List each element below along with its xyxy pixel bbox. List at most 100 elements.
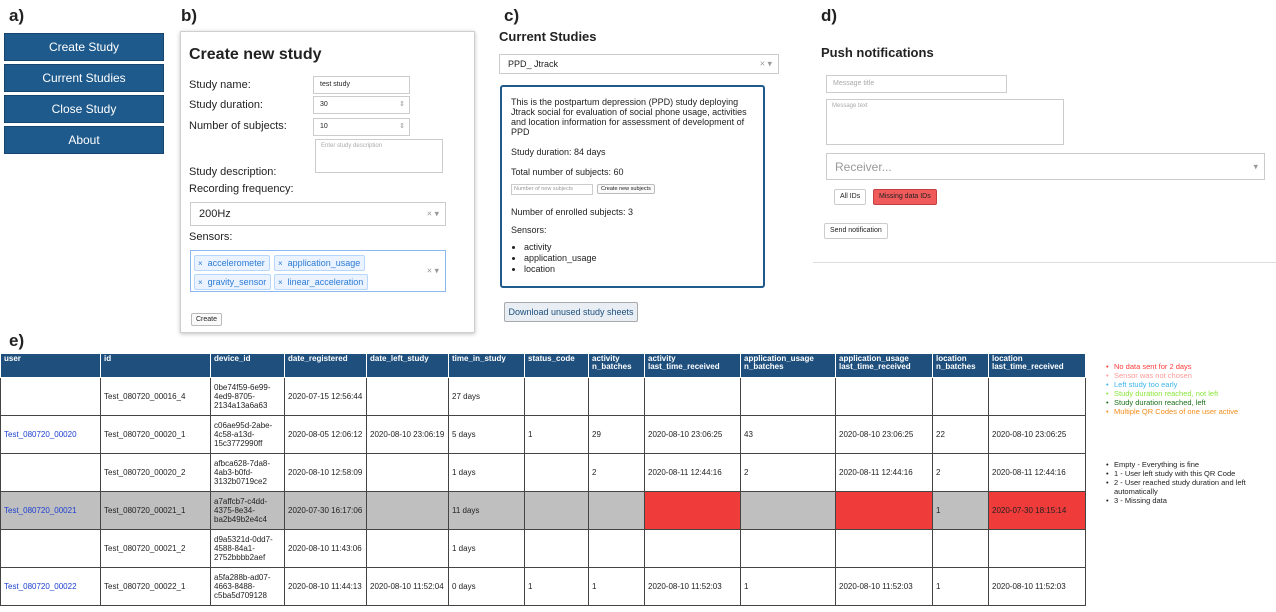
message-text-textarea[interactable]: Message text [826, 99, 1064, 145]
cell-status-code [524, 529, 589, 568]
cell-activity-n [588, 529, 645, 568]
table-row: Test_080720_00020_2 afbca628-7da8-4ab3-b… [0, 453, 1086, 492]
panel-label-e: e) [9, 331, 25, 350]
legend-text: Sensor was not chosen [1114, 371, 1192, 380]
cell-loc-last [988, 529, 1086, 568]
study-duration-input[interactable]: 30 ⇕ [313, 96, 410, 114]
cell-device-id: 0be74f59-6e99-4ed9-8705-2134a13a6a63 [210, 377, 285, 416]
sensor-tag[interactable]: × application_usage [274, 255, 366, 271]
create-new-subjects-button[interactable]: Create new subjects [597, 184, 655, 194]
cell-loc-last: 2020-07-30 18:15:14 [988, 491, 1086, 530]
cell-loc-last: 2020-08-10 23:06:25 [988, 415, 1086, 454]
sensors-label: Sensors: [511, 225, 547, 235]
cell-date-left: 2020-08-10 23:06:19 [366, 415, 449, 454]
missing-data-ids-button[interactable]: Missing data IDs [873, 189, 937, 205]
cell-activity-last [644, 377, 741, 416]
study-duration-text: Study duration: 84 days [511, 147, 606, 157]
clear-dropdown-icon[interactable]: × ▾ [427, 266, 439, 277]
clear-dropdown-icon[interactable]: × ▾ [760, 59, 772, 70]
study-name-label: Study name: [189, 79, 251, 91]
color-legend: • No data sent for 2 days • Sensor was not… [1106, 362, 1276, 416]
cell-user[interactable] [0, 453, 101, 492]
legend-text: 2 - User reached study duration and left… [1114, 478, 1246, 496]
receiver-select[interactable]: Receiver... ▾ [826, 153, 1265, 180]
spinner-icon[interactable]: ⇕ [399, 97, 405, 113]
cell-loc-last [988, 377, 1086, 416]
cell-user[interactable]: Test_080720_00020 [0, 415, 101, 454]
table-header: device_id [210, 353, 285, 378]
table-header: location n_batches [932, 353, 989, 378]
new-subjects-input[interactable]: Number of new subjects [511, 184, 593, 195]
cell-loc-n: 2 [932, 453, 989, 492]
cell-app-n [740, 491, 836, 530]
remove-tag-icon[interactable]: × [198, 278, 203, 287]
bullet-icon: • [1106, 407, 1109, 416]
remove-tag-icon[interactable]: × [198, 259, 203, 268]
clear-dropdown-icon[interactable]: × ▾ [427, 209, 439, 220]
cell-date-registered: 2020-08-10 12:58:09 [284, 453, 367, 492]
sensor-tag[interactable]: × linear_acceleration [274, 274, 369, 290]
cell-loc-n [932, 377, 989, 416]
cell-status-code [524, 491, 589, 530]
cell-date-left [366, 491, 449, 530]
study-description-textarea[interactable]: Enter study description [315, 139, 443, 173]
nav-current-studies-button[interactable]: Current Studies [4, 64, 164, 92]
recording-frequency-select[interactable]: 200Hz × ▾ [190, 202, 446, 226]
table-row: Test_080720_00020 Test_080720_00020_1 c0… [0, 415, 1086, 454]
send-notification-button[interactable]: Send notification [824, 223, 888, 239]
chevron-down-icon[interactable]: ▾ [1253, 161, 1258, 172]
sensor-tag[interactable]: × accelerometer [194, 255, 270, 271]
cell-activity-last [644, 491, 741, 530]
panel-label-b: b) [181, 6, 198, 25]
spinner-icon[interactable]: ⇕ [399, 119, 405, 135]
cell-user[interactable] [0, 377, 101, 416]
cell-app-last [835, 377, 933, 416]
cell-user[interactable]: Test_080720_00021 [0, 491, 101, 530]
cell-app-n: 43 [740, 415, 836, 454]
cell-time-in-study: 1 days [448, 453, 525, 492]
sensor-tag-label: linear_acceleration [287, 277, 364, 287]
nav-create-study-button[interactable]: Create Study [4, 33, 164, 61]
cell-device-id: a7affcb7-c4dd-4375-8e34-ba2b49b2e4c4 [210, 491, 285, 530]
table-header: status_code [524, 353, 589, 378]
cell-activity-last: 2020-08-10 23:06:25 [644, 415, 741, 454]
list-item: application_usage [524, 253, 597, 264]
cell-app-last [835, 529, 933, 568]
cell-loc-last: 2020-08-10 11:52:03 [988, 567, 1086, 606]
table-row: Test_080720_00021 Test_080720_00021_1 a7… [0, 491, 1086, 530]
cell-status-code: 1 [524, 415, 589, 454]
nav-about-button[interactable]: About [4, 126, 164, 154]
recording-frequency-label: Recording frequency: [189, 183, 294, 195]
cell-device-id: d9a5321d-0dd7-4588-84a1-2752bbbb2aef [210, 529, 285, 568]
cell-status-code: 1 [524, 567, 589, 606]
cell-user[interactable]: Test_080720_00022 [0, 567, 101, 606]
legend-item: • Study duration reached, left [1106, 398, 1276, 407]
current-studies-title: Current Studies [499, 29, 597, 44]
sensor-tag[interactable]: × gravity_sensor [194, 274, 272, 290]
cell-date-registered: 2020-07-15 12:56:44 [284, 377, 367, 416]
remove-tag-icon[interactable]: × [278, 259, 283, 268]
cell-app-n [740, 377, 836, 416]
create-study-title: Create new study [189, 46, 322, 63]
legend-text: No data sent for 2 days [1114, 362, 1192, 371]
remove-tag-icon[interactable]: × [278, 278, 283, 287]
status-code-legend: • Empty - Everything is fine • 1 - User le… [1106, 460, 1256, 505]
table-header: date_left_study [366, 353, 449, 378]
table-row: Test_080720_00021_2 d9a5321d-0dd7-4588-8… [0, 529, 1086, 568]
legend-text: Multiple QR Codes of one user active [1114, 407, 1239, 416]
message-title-input[interactable]: Message title [826, 75, 1007, 93]
study-name-input[interactable]: test study [313, 76, 410, 94]
legend-item: • 2 - User reached study duration and lef… [1106, 478, 1256, 496]
download-study-sheets-button[interactable]: Download unused study sheets [504, 302, 638, 322]
cell-device-id: a5fa288b-ad07-4663-8488-c5ba5d709128 [210, 567, 285, 606]
study-select[interactable]: PPD_ Jtrack × ▾ [499, 54, 779, 74]
all-ids-button[interactable]: All IDs [834, 189, 867, 205]
panel-label-a: a) [9, 6, 25, 25]
push-notifications-title: Push notifications [821, 45, 934, 60]
cell-id: Test_080720_00022_1 [100, 567, 211, 606]
nav-close-study-button[interactable]: Close Study [4, 95, 164, 123]
cell-user[interactable] [0, 529, 101, 568]
number-subjects-input[interactable]: 10 ⇕ [313, 118, 410, 136]
create-button[interactable]: Create [191, 313, 223, 326]
legend-item: • Left study too early [1106, 380, 1276, 389]
